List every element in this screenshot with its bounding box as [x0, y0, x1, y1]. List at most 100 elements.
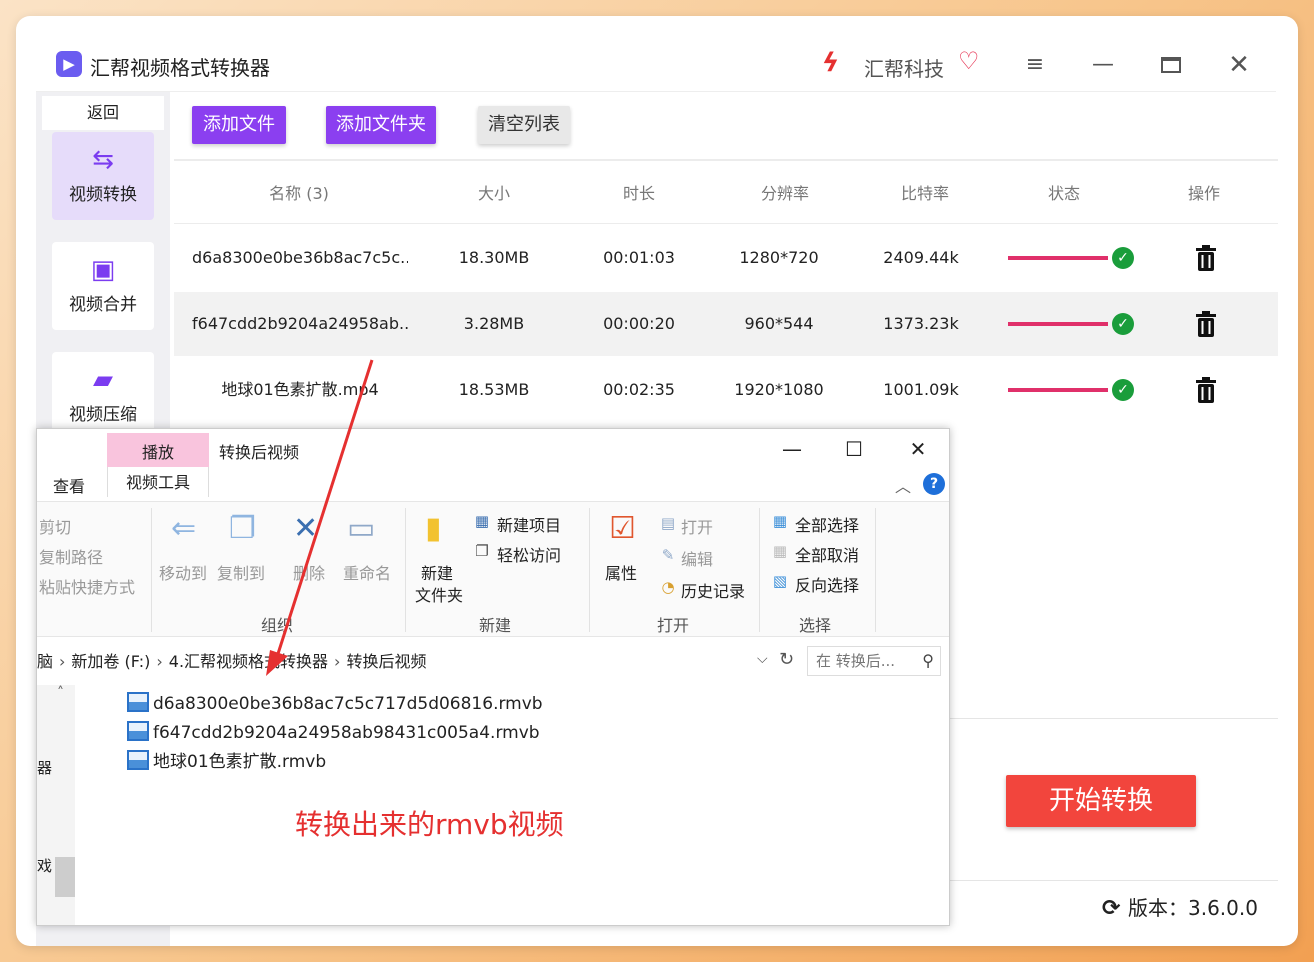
trash-icon[interactable] [1194, 244, 1218, 272]
file-resolution: 960*544 [744, 314, 814, 333]
history-button[interactable]: 历史记录 [681, 578, 745, 602]
start-convert-button[interactable]: 开始转换 [1006, 775, 1196, 827]
file-duration: 00:02:35 [603, 380, 675, 399]
version-label: 版本：3.6.0.0 [1128, 896, 1258, 920]
chevron-down-icon[interactable]: ⌵ [757, 651, 768, 667]
close-icon[interactable]: ✕ [903, 435, 933, 463]
sidebar-item-video-compress[interactable]: ▰ 视频压缩 [52, 352, 154, 440]
paste-shortcut-button[interactable]: 粘贴快捷方式 [39, 574, 135, 598]
menu-icon[interactable]: ≡ [1020, 50, 1050, 80]
column-header-resolution[interactable]: 分辨率 [730, 174, 840, 224]
breadcrumb-item[interactable]: 4.汇帮视频格式转换器 [169, 652, 328, 671]
table-row[interactable]: f647cdd2b9204a24958ab... 3.28MB 00:00:20… [174, 292, 1278, 356]
new-folder-button-line1[interactable]: 新建 [421, 560, 453, 584]
new-folder-button-line2[interactable]: 文件夹 [415, 582, 463, 606]
breadcrumb-item[interactable]: 脑 [37, 652, 53, 671]
file-explorer-window: 播放 转换后视频 — ☐ ✕ 查看 视频工具 ︿ ? 剪切 复制路径 粘贴快捷方… [36, 428, 950, 926]
column-header-name[interactable]: 名称 (3) [214, 174, 384, 224]
collapse-ribbon-icon[interactable]: ︿ [895, 473, 911, 497]
progress-bar [1008, 256, 1108, 260]
select-all-button[interactable]: 全部选择 [795, 512, 859, 536]
divider [589, 508, 590, 632]
divider [950, 718, 1278, 719]
properties-button[interactable]: 属性 [605, 560, 637, 584]
divider [151, 508, 152, 632]
minimize-icon[interactable]: — [1088, 50, 1118, 80]
file-duration: 00:01:03 [603, 248, 675, 267]
column-header-status[interactable]: 状态 [1014, 174, 1114, 224]
file-name: 地球01色素扩散.mp4 [221, 380, 379, 399]
open-button[interactable]: 打开 [681, 514, 713, 538]
refresh-icon[interactable]: ↻ [779, 649, 794, 670]
delete-button[interactable]: 删除 [293, 560, 325, 584]
tab-view[interactable]: 查看 [53, 473, 85, 497]
nav-item[interactable]: 器 [37, 757, 52, 778]
close-icon[interactable]: ✕ [1224, 50, 1254, 80]
add-file-button[interactable]: 添加文件 [192, 106, 286, 144]
group-open-label: 打开 [657, 616, 690, 635]
video-compress-icon: ▰ [93, 365, 113, 395]
file-resolution: 1920*1080 [734, 380, 824, 399]
new-item-button[interactable]: 新建项目 [497, 512, 561, 536]
invert-selection-button[interactable]: 反向选择 [795, 572, 859, 596]
column-header-bitrate[interactable]: 比特率 [870, 174, 980, 224]
help-icon[interactable]: ? [923, 473, 945, 495]
properties-icon: ☑ [609, 511, 636, 546]
add-folder-button[interactable]: 添加文件夹 [326, 106, 436, 144]
copy-path-button[interactable]: 复制路径 [39, 544, 103, 568]
file-item-name: 地球01色素扩散.rmvb [153, 752, 327, 772]
check-icon: ✓ [1112, 379, 1134, 401]
file-item[interactable]: 地球01色素扩散.rmvb [127, 749, 326, 775]
edit-button[interactable]: 编辑 [681, 546, 713, 570]
explorer-title: 转换后视频 [219, 443, 300, 462]
cut-button[interactable]: 剪切 [39, 514, 71, 538]
column-header-actions[interactable]: 操作 [1164, 174, 1244, 224]
table-row[interactable]: d6a8300e0be36b8ac7c5c... 18.30MB 00:01:0… [174, 226, 1278, 290]
easy-access-button[interactable]: 轻松访问 [497, 542, 561, 566]
chevron-right-icon: › [59, 652, 66, 671]
table-row[interactable]: 地球01色素扩散.mp4 18.53MB 00:02:35 1920*1080 … [174, 358, 1278, 422]
new-folder-icon: ▮ [425, 511, 442, 546]
breadcrumb-item[interactable]: 转换后视频 [346, 652, 426, 671]
refresh-icon[interactable]: ⟳ [1102, 896, 1120, 921]
breadcrumb[interactable]: 脑 › 新加卷 (F:) › 4.汇帮视频格式转换器 › 转换后视频 [37, 647, 797, 677]
sidebar-item-video-merge[interactable]: ▣ 视频合并 [52, 242, 154, 330]
search-input[interactable]: 在 转换后... ⚲ [807, 646, 941, 676]
trash-icon[interactable] [1194, 376, 1218, 404]
column-header-size[interactable]: 大小 [444, 174, 544, 224]
tab-play[interactable]: 播放 [107, 433, 209, 467]
move-to-button[interactable]: 移动到 [159, 560, 207, 584]
maximize-icon[interactable] [1156, 50, 1186, 80]
file-bitrate: 2409.44k [883, 248, 959, 267]
video-merge-icon: ▣ [90, 255, 116, 285]
delete-icon: ✕ [293, 511, 319, 546]
select-none-button[interactable]: 全部取消 [795, 542, 859, 566]
trash-icon[interactable] [1194, 310, 1218, 338]
file-item[interactable]: f647cdd2b9204a24958ab98431c005a4.rmvb [127, 720, 540, 746]
rename-button[interactable]: 重命名 [343, 560, 391, 584]
annotation-text: 转换出来的rmvb视频 [295, 808, 564, 841]
sidebar-item-video-convert[interactable]: ⇆ 视频转换 [52, 132, 154, 220]
file-item[interactable]: d6a8300e0be36b8ac7c5c717d5d06816.rmvb [127, 691, 543, 717]
history-icon: ◔ [661, 578, 675, 596]
scroll-up-icon[interactable]: ˄ [57, 685, 64, 701]
file-size: 18.53MB [458, 380, 530, 399]
breadcrumb-item[interactable]: 新加卷 (F:) [71, 652, 150, 671]
clear-list-button[interactable]: 清空列表 [478, 106, 570, 144]
scrollbar-thumb[interactable] [55, 857, 75, 897]
back-button[interactable]: 返回 [42, 96, 164, 130]
brand-name: 汇帮科技 [864, 57, 944, 81]
file-item-name: f647cdd2b9204a24958ab98431c005a4.rmvb [153, 723, 540, 743]
nav-item[interactable]: 戏 [37, 855, 52, 876]
rename-icon: ▭ [347, 511, 376, 546]
column-header-duration[interactable]: 时长 [584, 174, 694, 224]
sidebar-item-label: 视频合并 [69, 295, 137, 315]
check-icon: ✓ [1112, 247, 1134, 269]
tab-video-tools[interactable]: 视频工具 [107, 467, 209, 497]
sidebar-item-label: 视频压缩 [69, 405, 137, 425]
navigation-pane[interactable]: ˄ 器 戏 [37, 685, 75, 925]
heart-icon[interactable]: ♡ [958, 48, 984, 74]
copy-to-button[interactable]: 复制到 [217, 560, 265, 584]
minimize-icon[interactable]: — [777, 435, 807, 463]
maximize-icon[interactable]: ☐ [839, 435, 869, 463]
